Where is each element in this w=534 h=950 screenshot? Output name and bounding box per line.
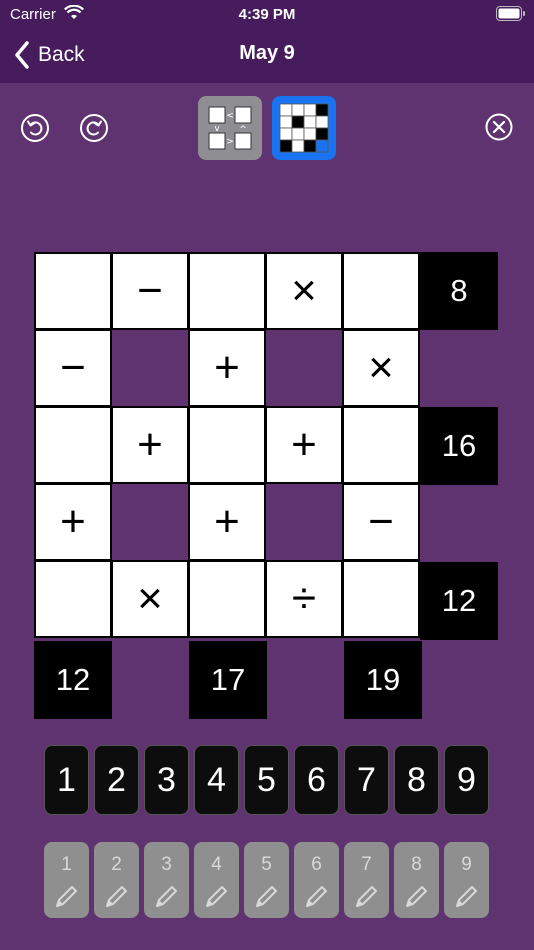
number-key-7[interactable]: 7 xyxy=(344,745,389,815)
svg-text:<: < xyxy=(226,111,234,121)
inequality-mode-icon: < > v ^ xyxy=(208,106,252,150)
number-key-5[interactable]: 5 xyxy=(244,745,289,815)
operator-minus: − xyxy=(342,483,420,561)
number-key-8[interactable]: 8 xyxy=(394,745,439,815)
operator-times: × xyxy=(111,560,189,638)
note-key-7[interactable]: 7 xyxy=(344,842,389,918)
operator-minus: − xyxy=(111,252,189,330)
pencil-icon xyxy=(156,886,177,907)
column-clue: 17 xyxy=(189,641,267,719)
pencil-icon xyxy=(256,886,277,907)
note-key-label: 9 xyxy=(461,854,472,875)
operator-times: × xyxy=(265,252,343,330)
note-key-5[interactable]: 5 xyxy=(244,842,289,918)
chevron-left-icon xyxy=(15,41,29,69)
back-label: Back xyxy=(38,43,85,66)
pencil-icon xyxy=(356,886,377,907)
pencil-icon xyxy=(306,886,327,907)
row-clue: 16 xyxy=(420,407,498,485)
svg-text:^: ^ xyxy=(239,125,247,135)
svg-text:>: > xyxy=(226,137,234,147)
pencil-icon xyxy=(56,886,77,907)
back-button[interactable]: Back xyxy=(14,40,85,70)
note-key-9[interactable]: 9 xyxy=(444,842,489,918)
grid-cell-r1c5[interactable] xyxy=(342,252,420,330)
operator-times: × xyxy=(342,329,420,407)
grid-cell-r5c3[interactable] xyxy=(188,560,266,638)
number-keypad: 1 2 3 4 5 6 7 8 9 xyxy=(44,745,489,815)
note-key-label: 8 xyxy=(411,854,422,875)
note-keypad: 1 2 3 4 5 6 7 8 9 xyxy=(44,842,489,918)
crossword-mode-button[interactable] xyxy=(272,96,336,160)
note-key-4[interactable]: 4 xyxy=(194,842,239,918)
pencil-icon xyxy=(406,886,427,907)
battery-icon xyxy=(496,6,526,25)
note-key-label: 2 xyxy=(111,854,122,875)
redo-button[interactable] xyxy=(79,113,109,148)
note-key-8[interactable]: 8 xyxy=(394,842,439,918)
operator-plus: + xyxy=(265,406,343,484)
undo-button[interactable] xyxy=(20,113,50,148)
operator-minus: − xyxy=(34,329,112,407)
column-clue: 12 xyxy=(34,641,112,719)
number-key-4[interactable]: 4 xyxy=(194,745,239,815)
note-key-2[interactable]: 2 xyxy=(94,842,139,918)
operator-divide: ÷ xyxy=(265,560,343,638)
grid-cell-r1c1[interactable] xyxy=(34,252,112,330)
navigation-bar: Back May 9 xyxy=(0,30,534,83)
row-clue: 12 xyxy=(420,562,498,640)
note-key-label: 1 xyxy=(61,854,72,875)
redo-icon xyxy=(80,114,108,142)
note-key-label: 5 xyxy=(261,854,272,875)
note-key-label: 4 xyxy=(211,854,222,875)
pencil-icon xyxy=(456,886,477,907)
grid-cell-r1c3[interactable] xyxy=(188,252,266,330)
number-key-9[interactable]: 9 xyxy=(444,745,489,815)
note-key-label: 6 xyxy=(311,854,322,875)
close-button[interactable] xyxy=(485,113,513,146)
undo-icon xyxy=(21,114,49,142)
grid-cell-r3c5[interactable] xyxy=(342,406,420,484)
grid-cell-r3c3[interactable] xyxy=(188,406,266,484)
operator-plus: + xyxy=(188,483,266,561)
note-key-label: 7 xyxy=(361,854,372,875)
note-key-label: 3 xyxy=(161,854,172,875)
operator-plus: + xyxy=(111,406,189,484)
status-time: 4:39 PM xyxy=(238,6,296,23)
operator-plus: + xyxy=(34,483,112,561)
number-key-3[interactable]: 3 xyxy=(144,745,189,815)
pencil-icon xyxy=(206,886,227,907)
svg-text:v: v xyxy=(214,124,220,134)
inequality-mode-button[interactable]: < > v ^ xyxy=(198,96,262,160)
note-key-1[interactable]: 1 xyxy=(44,842,89,918)
number-key-2[interactable]: 2 xyxy=(94,745,139,815)
status-bar: Carrier 4:39 PM xyxy=(0,0,534,30)
pencil-icon xyxy=(106,886,127,907)
number-key-6[interactable]: 6 xyxy=(294,745,339,815)
column-clue: 19 xyxy=(344,641,422,719)
close-icon xyxy=(485,113,513,141)
grid-cell-r5c5[interactable] xyxy=(342,560,420,638)
grid-cell-r3c1[interactable] xyxy=(34,406,112,484)
row-clue: 8 xyxy=(420,252,498,330)
note-key-6[interactable]: 6 xyxy=(294,842,339,918)
crossword-mode-icon xyxy=(279,103,329,153)
number-key-1[interactable]: 1 xyxy=(44,745,89,815)
note-key-3[interactable]: 3 xyxy=(144,842,189,918)
operator-plus: + xyxy=(188,329,266,407)
grid-cell-r5c1[interactable] xyxy=(34,560,112,638)
